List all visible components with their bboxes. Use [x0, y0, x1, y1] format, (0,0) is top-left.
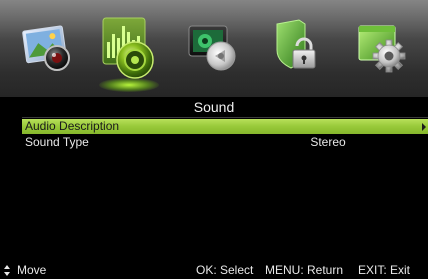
menu-item-sound-type[interactable]: Sound Type Stereo [22, 135, 428, 150]
tab-setup[interactable] [349, 12, 413, 82]
up-down-arrows-icon [4, 265, 10, 276]
tab-channel[interactable] [181, 12, 245, 82]
tab-lock[interactable] [265, 12, 329, 82]
hint-exit: EXIT: Exit [358, 263, 411, 277]
hint-bar: Move OK: Select MENU: Return EXIT: Exit [0, 262, 428, 279]
menu-item-label: Audio Description [25, 119, 120, 133]
hint-ok: OK: Select [196, 263, 254, 277]
page-title: Sound [193, 99, 235, 115]
lock-icon [276, 19, 316, 69]
tab-sound[interactable] [97, 12, 161, 92]
title-divider [22, 117, 428, 118]
setup-icon [358, 25, 406, 73]
hint-menu: MENU: Return [265, 263, 344, 277]
sound-icon [102, 17, 154, 79]
channel-icon [188, 25, 236, 71]
menu-item-audio-description[interactable]: Audio Description [22, 119, 428, 134]
menu-item-label: Sound Type [25, 135, 89, 149]
menu-tab-bar [0, 0, 428, 97]
menu-item-value: Stereo [310, 135, 346, 149]
hint-move: Move [17, 263, 47, 277]
chevron-right-icon [422, 123, 426, 131]
picture-icon [22, 25, 70, 71]
tab-picture[interactable] [17, 12, 81, 82]
